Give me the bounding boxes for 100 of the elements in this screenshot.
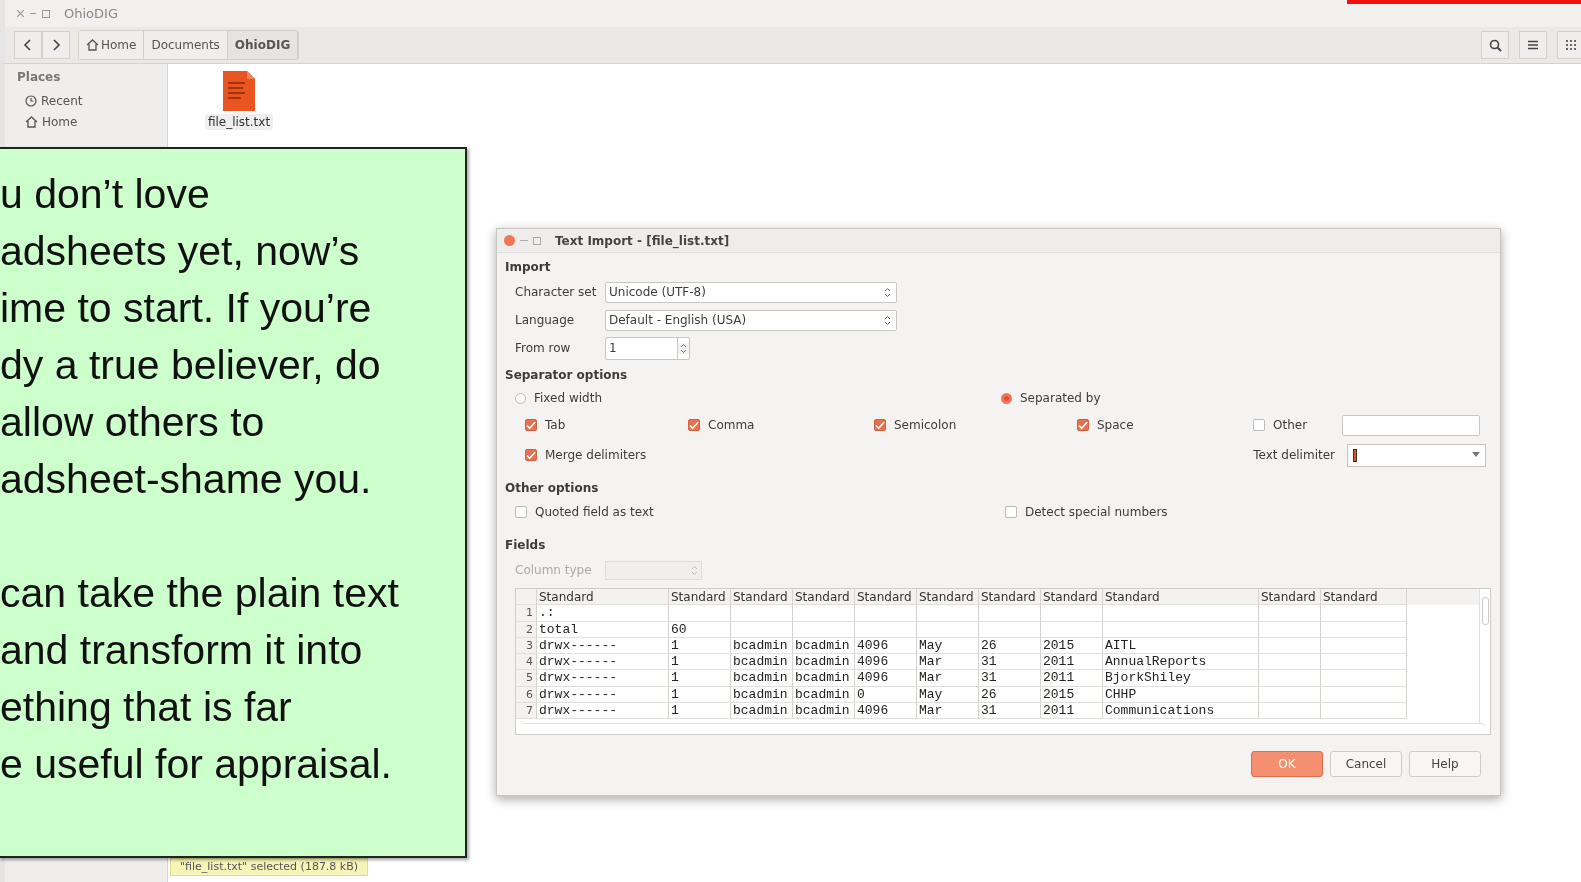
column-header[interactable]: Standard	[537, 589, 669, 606]
status-label: "file_list.txt" selected (187.8 kB)	[170, 858, 369, 876]
dropdown-field[interactable]: Default - English (USA)	[605, 309, 897, 331]
other-separator-field[interactable]	[1342, 414, 1480, 436]
table-cell	[1259, 670, 1321, 687]
menu-button[interactable]	[1519, 31, 1547, 59]
table-cell: AITL	[1103, 637, 1259, 655]
table-cell: bcadmin	[731, 654, 793, 671]
table-cell	[1259, 686, 1321, 704]
row-number: 1	[516, 605, 537, 622]
sidebar-heading: Places	[16, 70, 62, 84]
table-cell: 2011	[1041, 703, 1103, 720]
table-cell: 4096	[855, 637, 917, 655]
chevron-right-icon	[51, 39, 61, 51]
table-cell: bcadmin	[731, 670, 793, 687]
table-cell: 2015	[1041, 637, 1103, 655]
table-cell: Communications	[1103, 703, 1259, 720]
scrollbar[interactable]	[1479, 589, 1490, 723]
forward-button[interactable]	[42, 31, 70, 59]
sidebar-item[interactable]: Home	[5, 111, 167, 132]
breadcrumb[interactable]: OhioDIG	[227, 31, 299, 59]
checkbox-option[interactable]: Merge delimiters	[525, 448, 647, 462]
table-cell: 0	[855, 686, 917, 704]
dialog-button[interactable]: Cancel	[1330, 751, 1402, 777]
section-heading: Separator options	[505, 368, 629, 384]
checkbox-option[interactable]: Space	[1077, 418, 1134, 432]
table-cell	[731, 621, 793, 638]
table-cell	[731, 605, 793, 622]
table-cell: drwx------	[537, 703, 669, 720]
checkbox-option[interactable]: Comma	[688, 418, 755, 432]
column-header[interactable]: Standard	[793, 589, 855, 606]
table-cell: 31	[979, 703, 1041, 720]
table-cell: May	[917, 637, 979, 655]
breadcrumb[interactable]: Home	[79, 31, 145, 59]
maximize-icon[interactable]	[42, 9, 50, 18]
text-delimiter-dropdown[interactable]	[1347, 443, 1486, 467]
table-cell: 26	[979, 637, 1041, 655]
spinner-arrows-icon[interactable]	[680, 342, 687, 354]
table-cell	[1259, 637, 1321, 655]
table-cell: 1	[669, 637, 731, 655]
table-cell: Mar	[917, 703, 979, 720]
file-name[interactable]: file_list.txt	[204, 114, 274, 130]
close-icon[interactable]	[17, 10, 24, 17]
dialog-button[interactable]: Help	[1409, 751, 1481, 777]
checkbox-option[interactable]: Detect special numbers	[1005, 505, 1168, 519]
callout-text: dy a true believer, do	[0, 341, 381, 390]
maximize-icon[interactable]	[533, 236, 541, 245]
table-cell: 60	[669, 621, 731, 638]
column-header[interactable]: Standard	[1321, 589, 1407, 606]
checkbox-option[interactable]: Quoted field as text	[515, 505, 654, 519]
dropdown-field[interactable]: Unicode (UTF-8)	[605, 281, 897, 303]
row-number: 5	[516, 670, 537, 687]
search-button[interactable]	[1481, 31, 1509, 59]
column-header[interactable]: Standard	[669, 589, 731, 606]
table-cell: 31	[979, 670, 1041, 687]
field-label: Column type	[515, 563, 593, 577]
callout-text: adsheet-shame you.	[0, 455, 373, 504]
spinner-arrows-icon	[884, 314, 891, 326]
column-header[interactable]: Standard	[855, 589, 917, 606]
radio-option[interactable]: Separated by	[1001, 391, 1101, 405]
checkbox-option[interactable]: Other	[1253, 418, 1308, 432]
field-label: Text delimiter	[1253, 448, 1335, 462]
table-cell: 1	[669, 670, 731, 687]
table-cell	[979, 605, 1041, 622]
chevron-left-icon	[23, 39, 33, 51]
column-header[interactable]: Standard	[1103, 589, 1259, 606]
column-header[interactable]: Standard	[917, 589, 979, 606]
close-icon[interactable]	[504, 235, 515, 246]
breadcrumb[interactable]: Documents	[144, 31, 228, 59]
column-header[interactable]: Standard	[1259, 589, 1321, 606]
table-cell: bcadmin	[731, 686, 793, 704]
table-cell	[669, 605, 731, 622]
table-cell: 2011	[1041, 654, 1103, 671]
callout-text: allow others to	[0, 398, 266, 447]
table-cell	[855, 621, 917, 638]
field-label: Language	[515, 313, 576, 327]
checkbox-option[interactable]: Tab	[525, 418, 566, 432]
table-cell: 1	[669, 654, 731, 671]
text-file-icon[interactable]	[223, 71, 255, 111]
spin-field[interactable]: 1	[605, 336, 690, 360]
sidebar-item[interactable]: Recent	[5, 90, 167, 111]
table-cell	[1259, 621, 1321, 638]
grid-view-button[interactable]	[1557, 31, 1581, 59]
spinner-arrows-icon	[884, 286, 891, 298]
callout-text: ething that is far	[0, 683, 293, 732]
section-heading: Other options	[505, 481, 600, 497]
callout-text: u don’t love	[0, 170, 211, 219]
checkmark-icon	[526, 450, 536, 460]
column-header[interactable]: Standard	[731, 589, 793, 606]
column-header[interactable]: Standard	[979, 589, 1041, 606]
menu-icon	[1527, 40, 1539, 50]
window-title: OhioDIG	[64, 6, 118, 21]
column-header[interactable]: Standard	[1041, 589, 1103, 606]
back-button[interactable]	[14, 31, 42, 59]
home-icon	[25, 115, 38, 128]
checkmark-icon	[526, 420, 536, 430]
callout-text: adsheets yet, now’s	[0, 227, 361, 276]
row-number: 7	[516, 703, 537, 720]
radio-option[interactable]: Fixed width	[515, 391, 602, 405]
checkbox-option[interactable]: Semicolon	[874, 418, 957, 432]
